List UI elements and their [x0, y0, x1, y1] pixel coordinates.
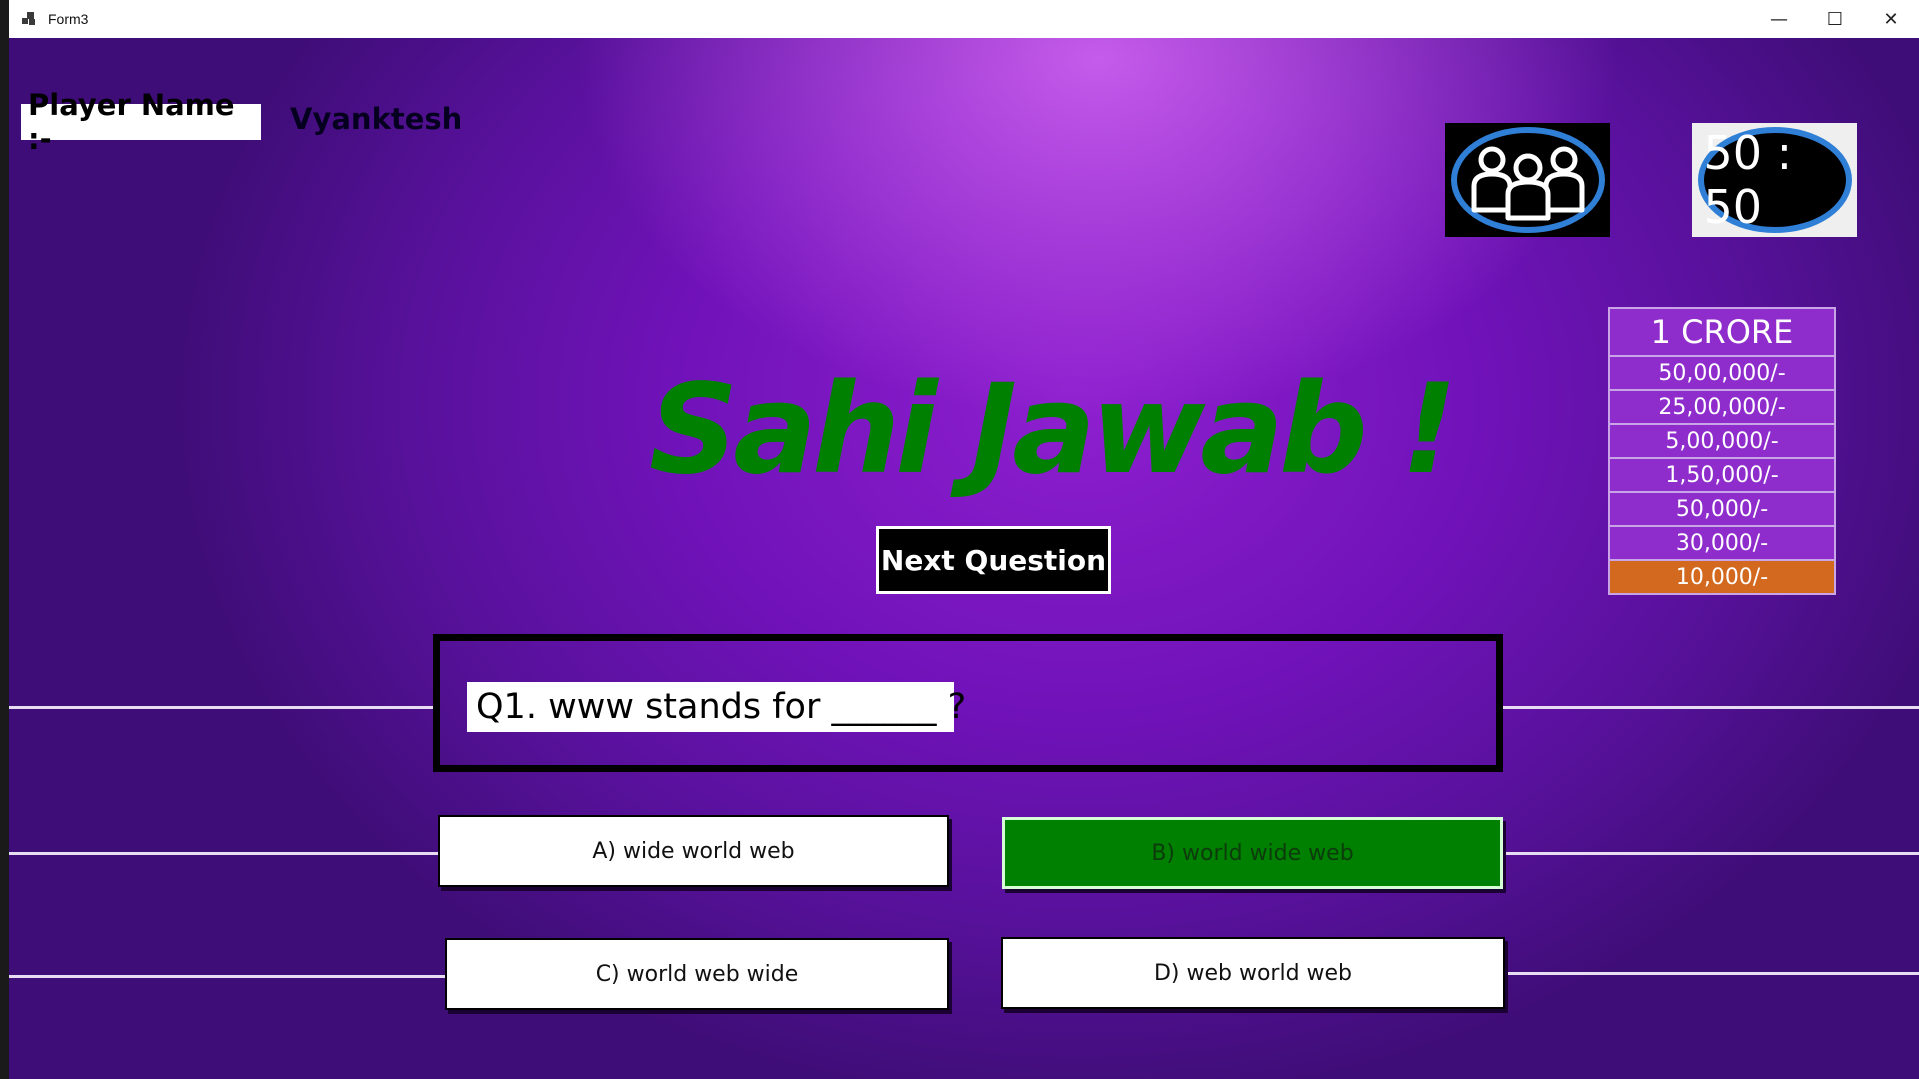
prize-level: 50,000/-	[1610, 493, 1834, 527]
player-name-value: Vyanktesh	[290, 102, 463, 136]
connector-line	[1505, 972, 1919, 975]
connector-line	[1503, 852, 1919, 855]
prize-level: 1,50,000/-	[1610, 459, 1834, 493]
connector-line	[9, 852, 439, 855]
option-b-button[interactable]: B) world wide web	[1002, 817, 1503, 889]
prize-level: 50,00,000/-	[1610, 357, 1834, 391]
fifty-fifty-lifeline-button[interactable]: 50 : 50	[1692, 123, 1857, 237]
prize-level: 30,000/-	[1610, 527, 1834, 561]
app-icon	[20, 9, 40, 29]
question-text: Q1. www stands for ______ ?	[467, 682, 966, 732]
maximize-icon[interactable]: ☐	[1807, 0, 1863, 38]
next-question-button[interactable]: Next Question	[876, 526, 1111, 594]
option-c-button[interactable]: C) world web wide	[445, 938, 949, 1010]
minimize-icon[interactable]: —	[1751, 0, 1807, 38]
game-window: Form3 — ☐ ✕ Player Name :- Vyanktesh 50 …	[9, 0, 1919, 1079]
prize-top-level: 1 CRORE	[1610, 309, 1834, 357]
connector-line	[9, 706, 433, 709]
title-bar[interactable]: Form3 — ☐ ✕	[9, 0, 1919, 38]
connector-line	[9, 975, 445, 978]
fifty-fifty-badge: 50 : 50	[1697, 126, 1852, 234]
prize-ladder: 1 CRORE 50,00,000/- 25,00,000/- 5,00,000…	[1608, 307, 1836, 595]
audience-poll-icon	[1450, 127, 1605, 233]
prize-level-current: 10,000/-	[1610, 561, 1834, 593]
result-message: Sahi Jawab !	[649, 358, 1457, 502]
option-a-button[interactable]: A) wide world web	[438, 815, 949, 887]
window-controls: — ☐ ✕	[1751, 0, 1919, 38]
fifty-fifty-label: 50 : 50	[1703, 126, 1793, 234]
window-title: Form3	[48, 11, 89, 27]
game-area: Player Name :- Vyanktesh 50 : 50 1 CRORE…	[9, 38, 1919, 1079]
prize-level: 5,00,000/-	[1610, 425, 1834, 459]
prize-level: 25,00,000/-	[1610, 391, 1834, 425]
connector-line	[1503, 706, 1919, 709]
close-icon[interactable]: ✕	[1863, 0, 1919, 38]
player-name-label: Player Name :-	[21, 88, 261, 156]
option-d-button[interactable]: D) web world web	[1001, 937, 1505, 1009]
audience-poll-lifeline-button[interactable]	[1445, 123, 1610, 237]
